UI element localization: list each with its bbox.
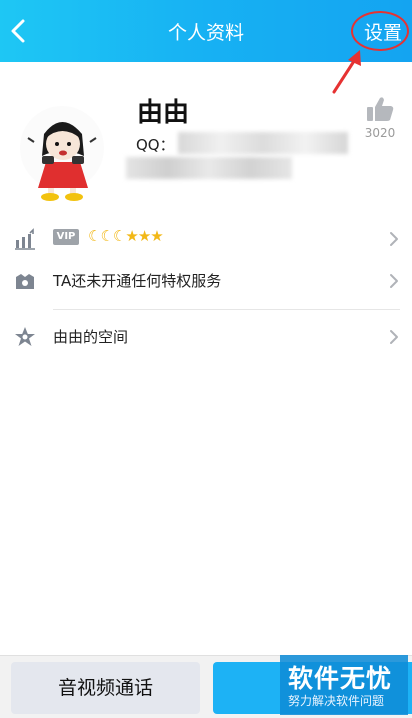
annotation-arrow-icon [332,50,361,94]
avatar[interactable] [14,100,110,204]
list-item-level[interactable]: VIP ☾☾☾★★★ [0,218,412,258]
divider [53,309,400,310]
chevron-right-icon [390,232,398,246]
level-icons: ☾☾☾★★★ [88,227,164,245]
av-call-button[interactable]: 音视频通话 [11,662,200,714]
list-item-space[interactable]: 由由的空间 [0,316,412,356]
highlight-ellipse [351,11,409,51]
star-icon: ★ [125,227,138,245]
signature-blurred [126,157,292,179]
list-item-privilege[interactable]: TA还未开通任何特权服务 [0,260,412,300]
star-icon: ★ [150,227,163,245]
moon-icon: ☾ [100,227,113,245]
vip-badge: VIP [53,229,79,245]
moon-icon: ☾ [88,227,101,245]
profile-name: 由由 [137,98,190,128]
privilege-icon [16,274,34,289]
like-button[interactable]: 3020 [360,96,400,140]
chevron-right-icon [390,330,398,344]
star-icon: ★ [137,227,151,245]
watermark-logo: 软件无忧 努力解决软件问题 [280,655,408,715]
qq-label: QQ： [136,136,175,154]
star-space-icon [15,327,35,346]
space-label: 由由的空间 [53,328,129,346]
privilege-label: TA还未开通任何特权服务 [53,272,222,290]
avatar-girl-icon [20,106,104,201]
like-count: 3020 [364,126,396,140]
moon-icon: ☾ [112,227,126,245]
level-chart-icon [15,228,35,250]
qq-number-blurred [178,132,348,154]
watermark-sub: 努力解决软件问题 [288,694,385,708]
watermark-main: 软件无忧 [288,664,393,693]
chevron-right-icon [390,274,398,288]
thumbs-up-icon [367,97,394,121]
